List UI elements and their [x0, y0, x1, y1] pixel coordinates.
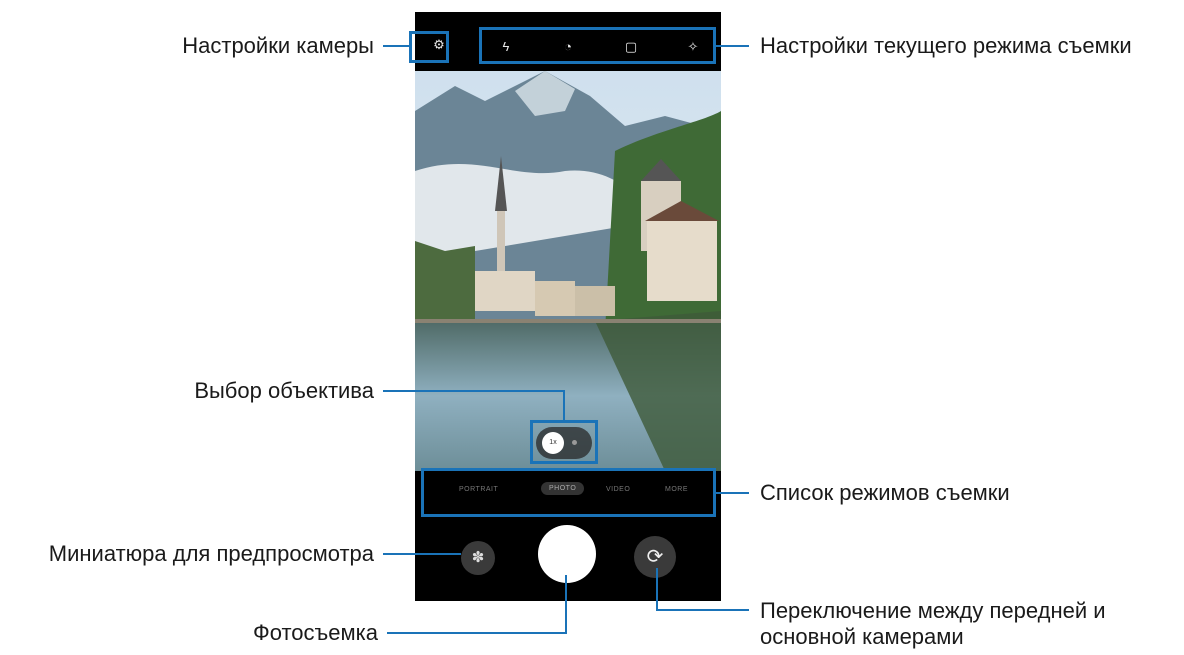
label-current-mode-settings: Настройки текущего режима съемки — [760, 33, 1132, 58]
callout-line — [383, 45, 409, 47]
preview-thumbnail[interactable]: ✽ — [461, 541, 495, 575]
callout-box-mode-list — [421, 468, 716, 517]
callout-box-settings — [409, 31, 449, 63]
callout-box-lens — [530, 420, 598, 464]
viewfinder-scene — [415, 71, 721, 471]
label-camera-switch-2: основной камерами — [760, 624, 964, 649]
label-take-photo: Фотосъемка — [253, 620, 378, 645]
callout-line — [716, 492, 749, 494]
label-lens-selection: Выбор объектива — [194, 378, 374, 403]
shutter-button[interactable] — [538, 525, 596, 583]
callout-line — [656, 568, 658, 611]
callout-line — [383, 553, 461, 555]
callout-box-mode-settings — [479, 27, 716, 64]
label-camera-switch-1: Переключение между передней и — [760, 598, 1106, 623]
label-camera-settings: Настройки камеры — [182, 33, 374, 58]
label-mode-list: Список режимов съемки — [760, 480, 1010, 505]
callout-line — [387, 632, 567, 634]
callout-line — [565, 575, 567, 633]
camera-switch-button[interactable]: ⟳ — [634, 536, 676, 578]
callout-line — [656, 609, 749, 611]
callout-line — [716, 45, 749, 47]
callout-line — [563, 390, 565, 420]
callout-line — [383, 390, 565, 392]
label-preview-thumbnail: Миниатюра для предпросмотра — [48, 541, 374, 566]
